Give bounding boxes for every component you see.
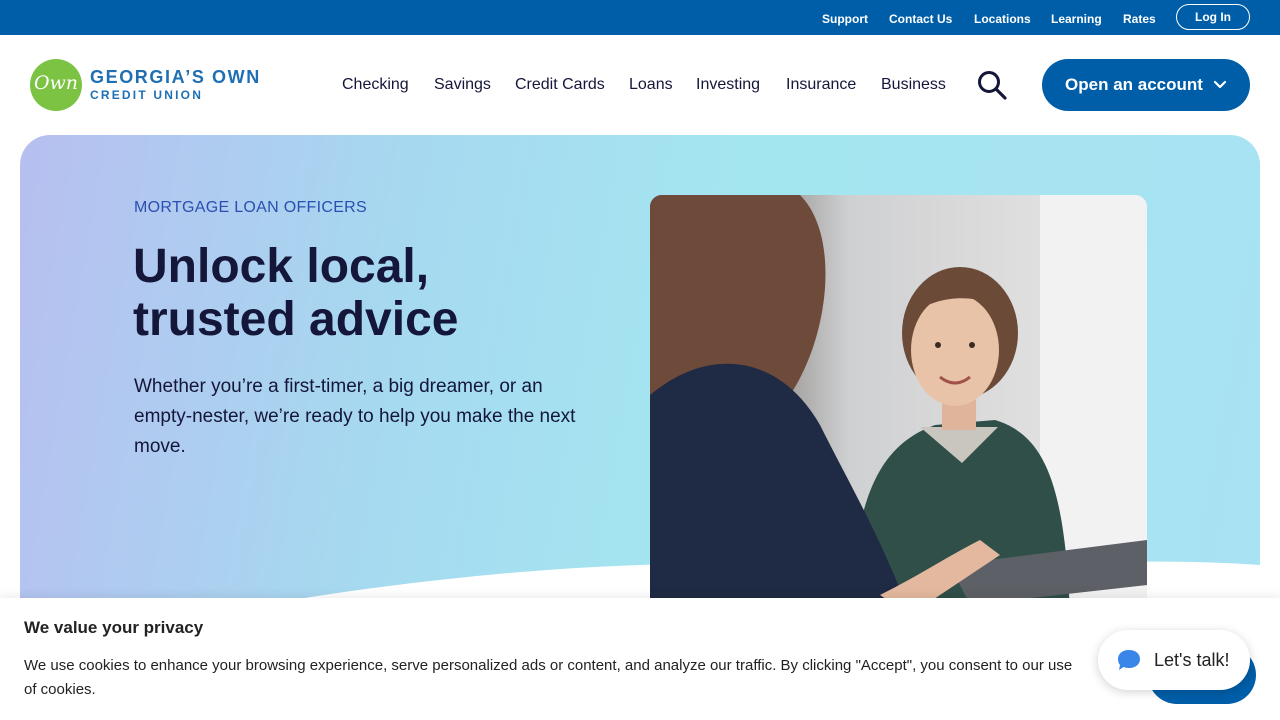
nav-item-checking[interactable]: Checking <box>342 75 409 95</box>
logo-subname: CREDIT UNION <box>90 88 204 102</box>
log-in-button[interactable]: Log In <box>1176 4 1250 30</box>
nav-item-insurance[interactable]: Insurance <box>786 75 856 95</box>
chat-bubble-icon <box>1118 650 1140 670</box>
logo-mark-text: Own <box>33 72 79 94</box>
logo-name: GEORGIA’S OWN <box>90 67 261 87</box>
open-account-button[interactable]: Open an account <box>1042 59 1250 111</box>
utility-link-rates[interactable]: Rates <box>1123 11 1156 27</box>
hero-eyebrow: MORTGAGE LOAN OFFICERS <box>134 199 367 216</box>
chat-launcher[interactable]: Let's talk! <box>1098 630 1250 690</box>
nav-item-savings[interactable]: Savings <box>434 75 491 95</box>
hero-headline: Unlock local, trusted advice <box>133 240 459 346</box>
cookie-banner-text: We use cookies to enhance your browsing … <box>24 657 1073 698</box>
utility-link-contact-us[interactable]: Contact Us <box>889 11 952 27</box>
nav-item-credit-cards[interactable]: Credit Cards <box>515 75 605 95</box>
nav-item-business[interactable]: Business <box>881 75 946 95</box>
utility-link-locations[interactable]: Locations <box>974 11 1031 27</box>
nav-item-loans[interactable]: Loans <box>629 75 673 95</box>
chat-launcher-label: Let's talk! <box>1154 649 1230 670</box>
search-button[interactable] <box>974 69 1010 101</box>
nav-item-investing[interactable]: Investing <box>696 75 760 95</box>
advisor-meeting-illustration <box>650 195 1147 615</box>
utility-link-support[interactable]: Support <box>822 11 868 27</box>
open-account-label: Open an account <box>1065 75 1203 94</box>
brand-logo[interactable]: Own GEORGIA’S OWN CREDIT UNION <box>30 59 280 111</box>
hero-photo <box>650 195 1147 615</box>
cookie-banner-title: We value your privacy <box>24 618 204 637</box>
cookie-banner: We value your privacy We use cookies to … <box>0 598 1280 720</box>
main-header: Own GEORGIA’S OWN CREDIT UNION Checking … <box>0 35 1280 135</box>
hero-subhead: Whether you’re a first-timer, a big drea… <box>134 376 576 457</box>
chevron-down-icon <box>1213 80 1227 89</box>
utility-link-learning[interactable]: Learning <box>1051 11 1102 27</box>
utility-bar: Support Contact Us Locations Learning Ra… <box>0 0 1280 35</box>
search-icon <box>978 71 1007 100</box>
